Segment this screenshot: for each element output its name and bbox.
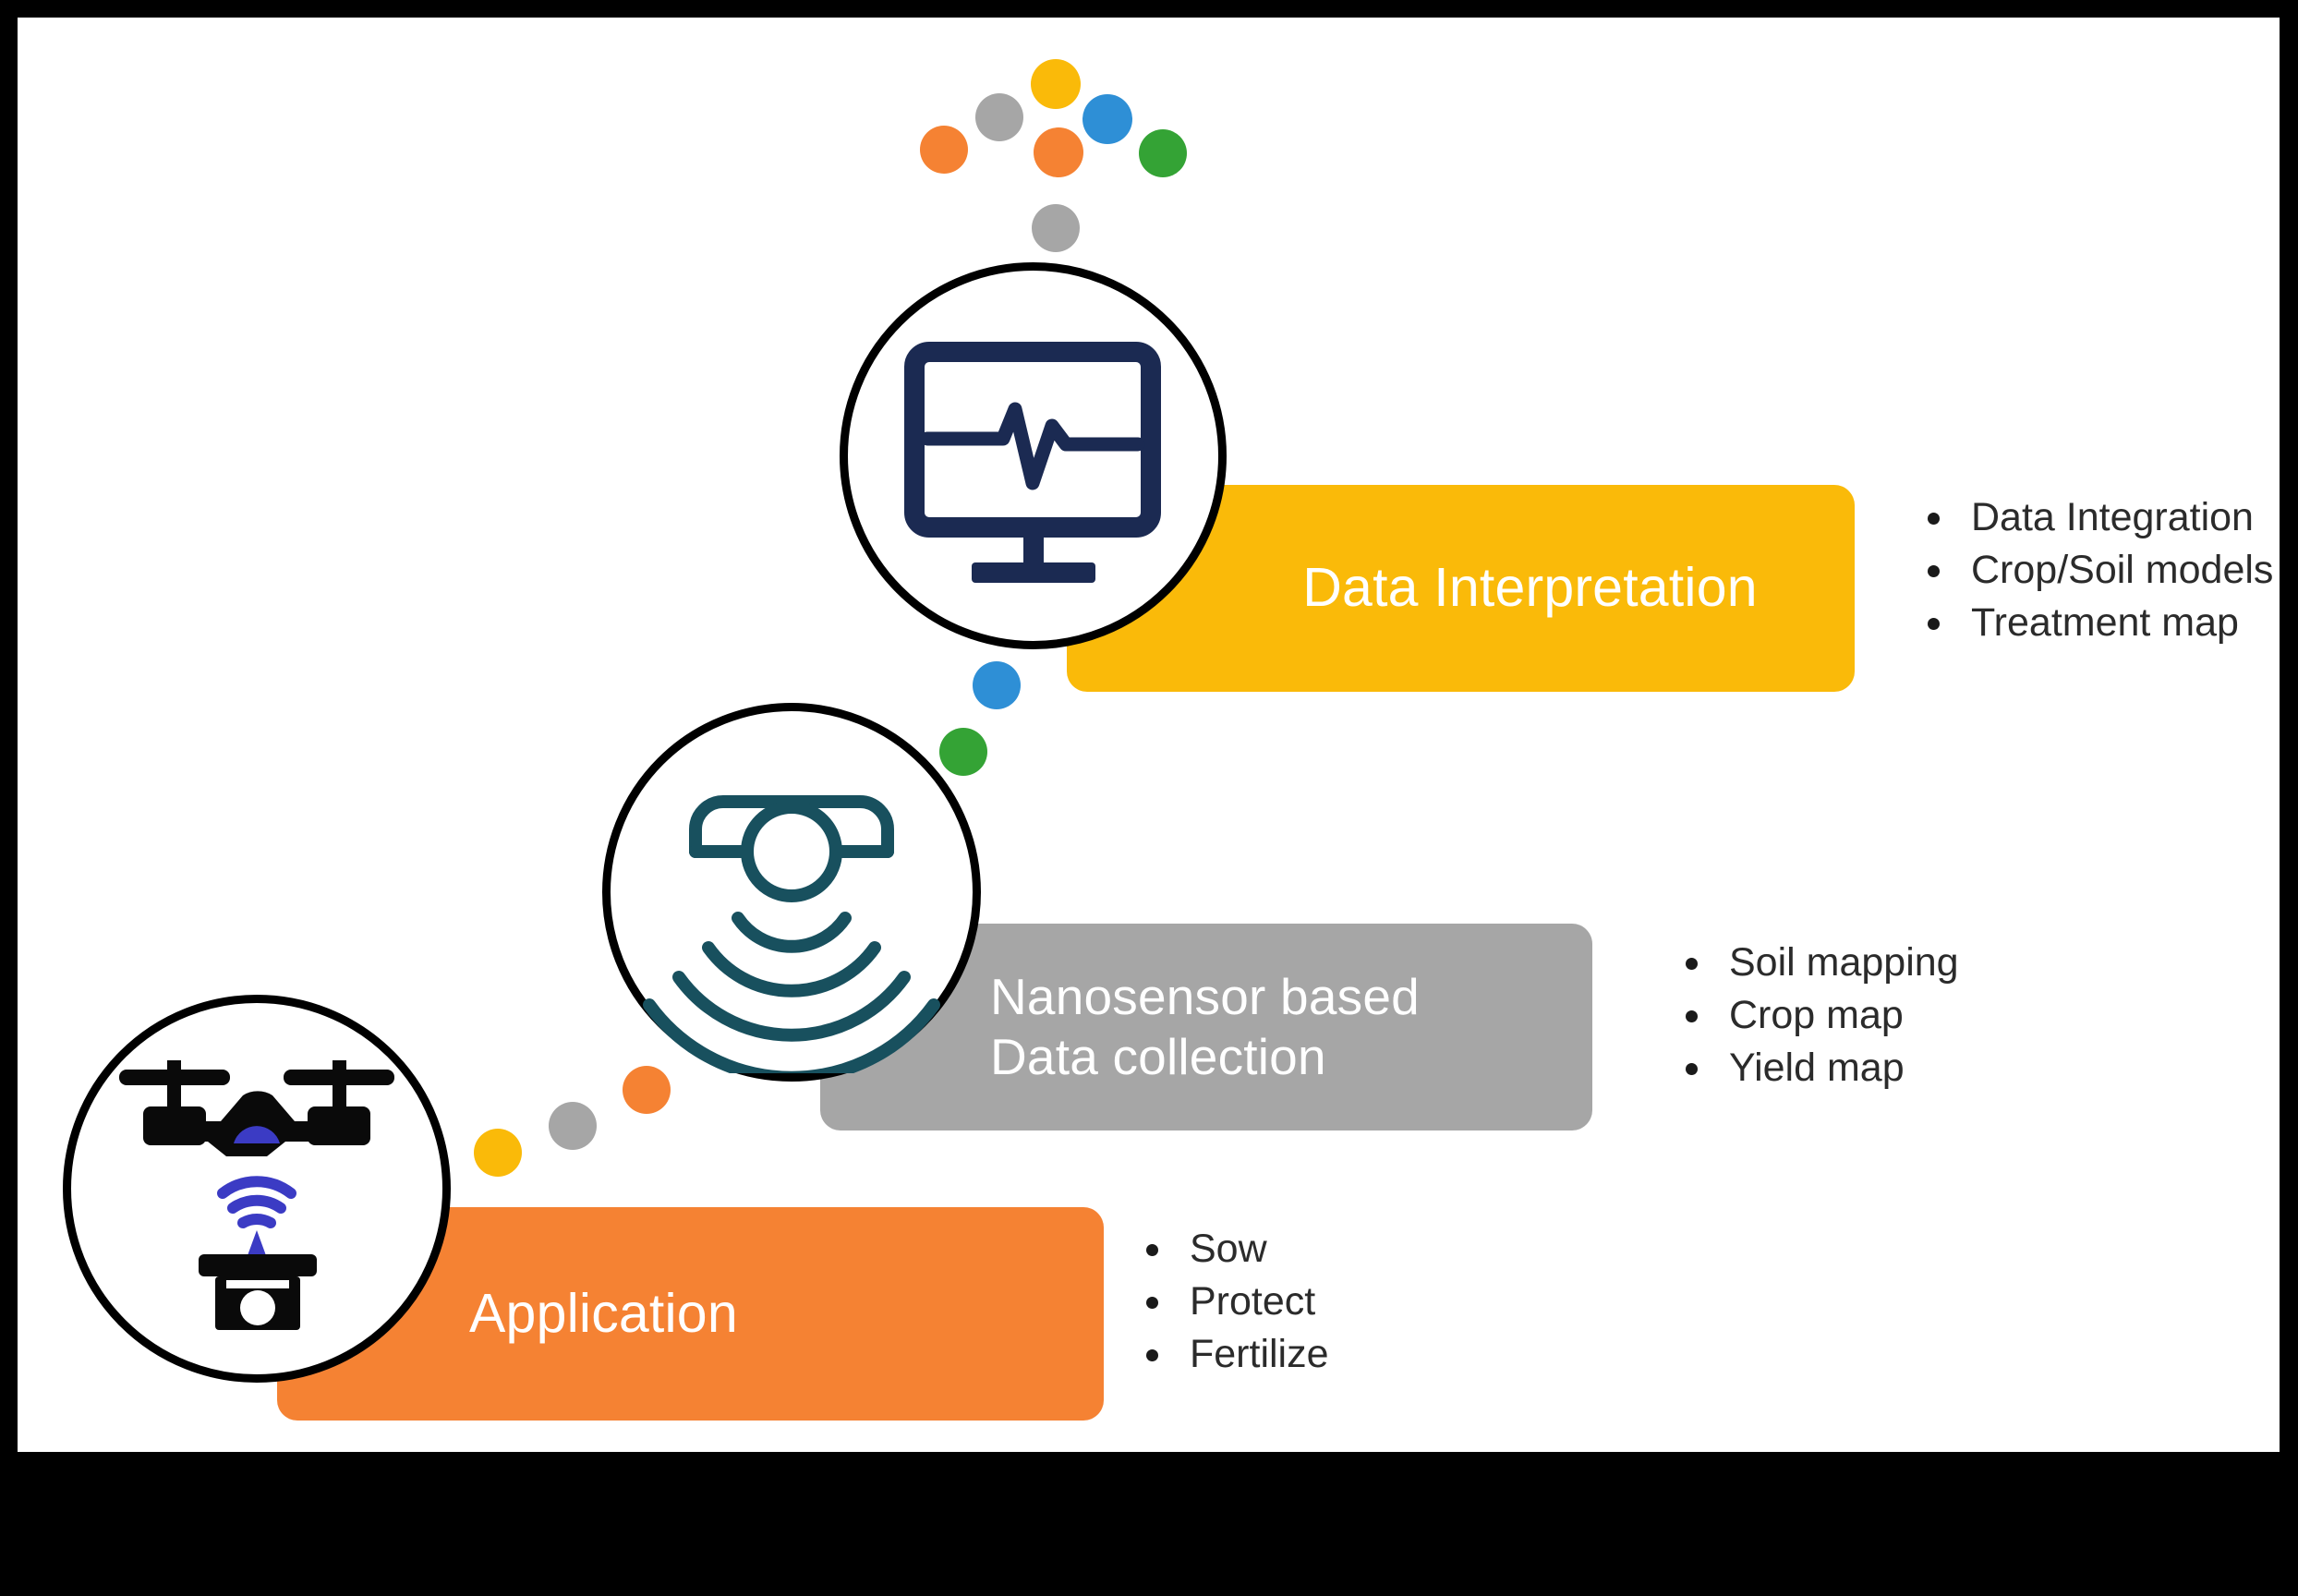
top-arc-dot-orange-mid — [1034, 127, 1083, 177]
bullet-item: Fertilize — [1141, 1328, 1329, 1381]
bullet-dot-icon — [1928, 617, 1940, 630]
bullet-item: Protect — [1141, 1276, 1329, 1328]
image-frame: Data Interpretation Data Integration Cro… — [0, 0, 2298, 1596]
stage-label-nanosensor-data-collection: Nanosensor based Data collection — [990, 968, 1420, 1085]
bullet-dot-icon — [1146, 1348, 1158, 1361]
drone-spray-icon — [119, 1060, 394, 1330]
bullet-item: Yield map — [1680, 1042, 1959, 1094]
icon-circle-data-interpretation[interactable] — [840, 262, 1227, 649]
link1-dot-blue — [973, 661, 1021, 709]
bullet-text: Sow — [1190, 1227, 1267, 1271]
bullet-list-application: Sow Protect Fertilize — [1141, 1223, 1329, 1382]
bullet-item: Sow — [1141, 1223, 1329, 1276]
top-arc-dot-gray-left — [975, 93, 1023, 141]
bullet-text: Yield map — [1729, 1046, 1905, 1091]
bullet-dot-icon — [1928, 512, 1940, 525]
top-arc-dot-orange-left — [920, 126, 968, 174]
bullet-dot-icon — [1686, 1062, 1698, 1075]
icon-circle-application[interactable] — [63, 995, 451, 1383]
stage-label-data-interpretation: Data Interpretation — [1302, 557, 1758, 619]
top-stem-dot-gray — [1032, 204, 1080, 252]
monitor-pulse-icon — [904, 342, 1161, 583]
bullet-item: Soil mapping — [1680, 937, 1959, 989]
nanosensor-signal-icon — [643, 795, 940, 1073]
bullet-item: Crop/Soil models — [1922, 544, 2273, 597]
bullet-item: Treatment map — [1922, 597, 2273, 649]
bullet-item: Data Integration — [1922, 491, 2273, 544]
link2-dot-yellow — [474, 1129, 522, 1177]
bullet-dot-icon — [1928, 564, 1940, 577]
bullet-list-nanosensor-data-collection: Soil mapping Crop map Yield map — [1680, 937, 1959, 1095]
stage-label-application: Application — [469, 1282, 738, 1344]
top-arc-dot-yellow-top — [1031, 59, 1081, 109]
top-arc-dot-green-right — [1139, 129, 1187, 177]
bullet-dot-icon — [1146, 1243, 1158, 1256]
bullet-text: Fertilize — [1190, 1332, 1329, 1377]
bullet-list-data-interpretation: Data Integration Crop/Soil models Treatm… — [1922, 491, 2273, 650]
bullet-text: Data Integration — [1971, 495, 2254, 539]
link2-dot-gray — [549, 1102, 597, 1150]
bullet-dot-icon — [1686, 957, 1698, 970]
diagram-canvas: Data Interpretation Data Integration Cro… — [18, 18, 2280, 1452]
bullet-text: Protect — [1190, 1279, 1316, 1324]
bullet-text: Treatment map — [1971, 600, 2239, 646]
bullet-item: Crop map — [1680, 989, 1959, 1042]
bullet-text: Crop map — [1729, 993, 1904, 1038]
top-arc-dot-blue-right — [1082, 94, 1132, 144]
bullet-text: Crop/Soil models — [1971, 548, 2274, 593]
bullet-dot-icon — [1146, 1296, 1158, 1309]
icon-circle-nanosensor-data-collection[interactable] — [602, 703, 981, 1082]
bullet-text: Soil mapping — [1729, 940, 1959, 985]
bullet-dot-icon — [1686, 1010, 1698, 1022]
